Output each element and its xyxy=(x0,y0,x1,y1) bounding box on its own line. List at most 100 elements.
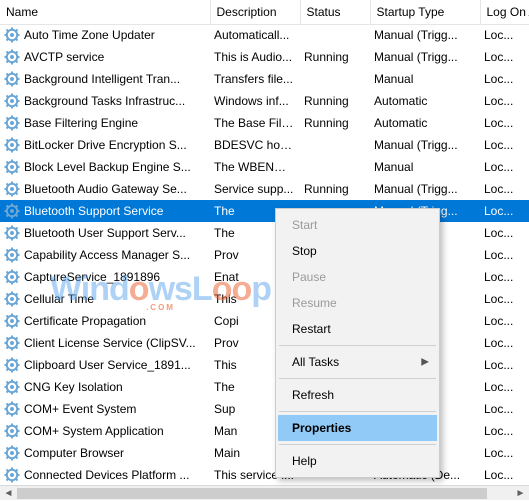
cell-desc: Transfers file... xyxy=(210,68,300,90)
table-row[interactable]: Client License Service (ClipSV...Provual… xyxy=(0,332,529,354)
table-row[interactable]: Auto Time Zone UpdaterAutomaticall...Man… xyxy=(0,24,529,46)
table-row[interactable]: Background Tasks Infrastruc...Windows in… xyxy=(0,90,529,112)
service-name: BitLocker Drive Encryption S... xyxy=(24,138,187,152)
cell-logon: Loc... xyxy=(480,90,529,112)
cell-desc: The WBENGI... xyxy=(210,156,300,178)
scroll-left-icon[interactable]: ◄ xyxy=(0,486,17,501)
gear-icon xyxy=(4,93,20,109)
chevron-right-icon: ▶ xyxy=(421,357,429,368)
table-row[interactable]: Background Intelligent Tran... Transfers … xyxy=(0,68,529,90)
cell-logon: Loc... xyxy=(480,376,529,398)
cell-logon: Loc... xyxy=(480,24,529,46)
col-name[interactable]: Name xyxy=(0,0,210,24)
table-row[interactable]: COM+ System ApplicationManualLoc... xyxy=(0,420,529,442)
menu-resume[interactable]: Resume xyxy=(278,290,437,316)
cell-logon: Loc... xyxy=(480,244,529,266)
menu-properties[interactable]: Properties xyxy=(278,415,437,441)
cell-logon: Loc... xyxy=(480,288,529,310)
cell-logon: Loc... xyxy=(480,420,529,442)
col-startup-type[interactable]: Startup Type xyxy=(370,0,480,24)
service-name: Auto Time Zone Updater xyxy=(24,28,155,42)
gear-icon xyxy=(4,71,20,87)
menu-start[interactable]: Start xyxy=(278,212,437,238)
table-row[interactable]: Connected Devices Platform ...This servi… xyxy=(0,464,529,485)
menu-separator xyxy=(279,444,436,445)
gear-icon xyxy=(4,357,20,373)
gear-icon xyxy=(4,291,20,307)
table-row[interactable]: Bluetooth Support ServiceThe Manual (Tri… xyxy=(0,200,529,222)
menu-separator xyxy=(279,378,436,379)
cell-startup: Automatic xyxy=(370,90,480,112)
gear-icon xyxy=(4,247,20,263)
gear-icon xyxy=(4,115,20,131)
cell-logon: Loc... xyxy=(480,442,529,464)
table-row[interactable]: CNG Key IsolationThe ual (Trigg...Loc... xyxy=(0,376,529,398)
cell-status: Running xyxy=(300,46,370,68)
service-name: Background Intelligent Tran... xyxy=(24,72,180,86)
context-menu: Start Stop Pause Resume Restart All Task… xyxy=(275,208,440,478)
menu-stop[interactable]: Stop xyxy=(278,238,437,264)
service-name: Cellular Time xyxy=(24,292,94,306)
cell-startup: Manual (Trigg... xyxy=(370,46,480,68)
gear-icon xyxy=(4,379,20,395)
cell-logon: Loc... xyxy=(480,464,529,485)
cell-startup: Manual (Trigg... xyxy=(370,24,480,46)
cell-startup: Manual xyxy=(370,156,480,178)
menu-separator xyxy=(279,345,436,346)
table-row[interactable]: BitLocker Drive Encryption S...BDESVC ho… xyxy=(0,134,529,156)
scroll-right-icon[interactable]: ► xyxy=(512,486,529,501)
table-row[interactable]: Certificate PropagationCopiual (Trigg...… xyxy=(0,310,529,332)
cell-logon: Loc... xyxy=(480,112,529,134)
service-name: Connected Devices Platform ... xyxy=(24,468,189,482)
col-status[interactable]: Status xyxy=(300,0,370,24)
table-row[interactable]: Cellular TimeThis ual (Trigg...Loc... xyxy=(0,288,529,310)
menu-separator xyxy=(279,411,436,412)
menu-pause[interactable]: Pause xyxy=(278,264,437,290)
gear-icon xyxy=(4,423,20,439)
menu-help[interactable]: Help xyxy=(278,448,437,474)
table-row[interactable]: Computer BrowserMainual (Trigg...Loc... xyxy=(0,442,529,464)
scrollbar-thumb[interactable] xyxy=(17,488,487,499)
horizontal-scrollbar[interactable]: ◄ ► xyxy=(0,485,529,500)
services-table-wrap: Name Description Status Startup Type Log… xyxy=(0,0,529,485)
cell-desc: This is Audio... xyxy=(210,46,300,68)
menu-all-tasks[interactable]: All Tasks ▶ xyxy=(278,349,437,375)
menu-refresh[interactable]: Refresh xyxy=(278,382,437,408)
table-row[interactable]: Base Filtering EngineThe Base Filt...Run… xyxy=(0,112,529,134)
header-row: Name Description Status Startup Type Log… xyxy=(0,0,529,24)
scrollbar-track[interactable] xyxy=(17,486,512,501)
col-description[interactable]: Description xyxy=(210,0,300,24)
table-row[interactable]: Clipboard User Service_1891...This ualLo… xyxy=(0,354,529,376)
table-row[interactable]: AVCTP serviceThis is Audio...RunningManu… xyxy=(0,46,529,68)
cell-logon: Loc... xyxy=(480,266,529,288)
service-name: Computer Browser xyxy=(24,446,124,460)
service-name: CaptureService_1891896 xyxy=(24,270,160,284)
cell-status xyxy=(300,156,370,178)
col-logon[interactable]: Log On As xyxy=(480,0,529,24)
cell-desc: The Base Filt... xyxy=(210,112,300,134)
table-row[interactable]: Capability Access Manager S...ProvualLoc… xyxy=(0,244,529,266)
cell-status xyxy=(300,68,370,90)
cell-logon: Loc... xyxy=(480,398,529,420)
cell-startup: Manual (Trigg... xyxy=(370,178,480,200)
table-row[interactable]: Bluetooth User Support Serv...The ual (T… xyxy=(0,222,529,244)
service-name: CNG Key Isolation xyxy=(24,380,123,394)
gear-icon xyxy=(4,313,20,329)
service-name: Clipboard User Service_1891... xyxy=(24,358,191,372)
table-row[interactable]: Bluetooth Audio Gateway Se...Service sup… xyxy=(0,178,529,200)
cell-status: Running xyxy=(300,90,370,112)
service-name: Block Level Backup Engine S... xyxy=(24,160,191,174)
table-row[interactable]: COM+ Event SystemSupomaticLoc... xyxy=(0,398,529,420)
gear-icon xyxy=(4,27,20,43)
cell-logon: Loc... xyxy=(480,68,529,90)
service-name: Capability Access Manager S... xyxy=(24,248,190,262)
service-name: Base Filtering Engine xyxy=(24,116,138,130)
menu-all-tasks-label: All Tasks xyxy=(292,355,339,369)
cell-status: Running xyxy=(300,178,370,200)
gear-icon xyxy=(4,137,20,153)
menu-restart[interactable]: Restart xyxy=(278,316,437,342)
table-row[interactable]: CaptureService_1891896EnatualLoc... xyxy=(0,266,529,288)
cell-logon: Loc... xyxy=(480,332,529,354)
table-row[interactable]: Block Level Backup Engine S... The WBENGI… xyxy=(0,156,529,178)
service-name: Bluetooth Audio Gateway Se... xyxy=(24,182,187,196)
